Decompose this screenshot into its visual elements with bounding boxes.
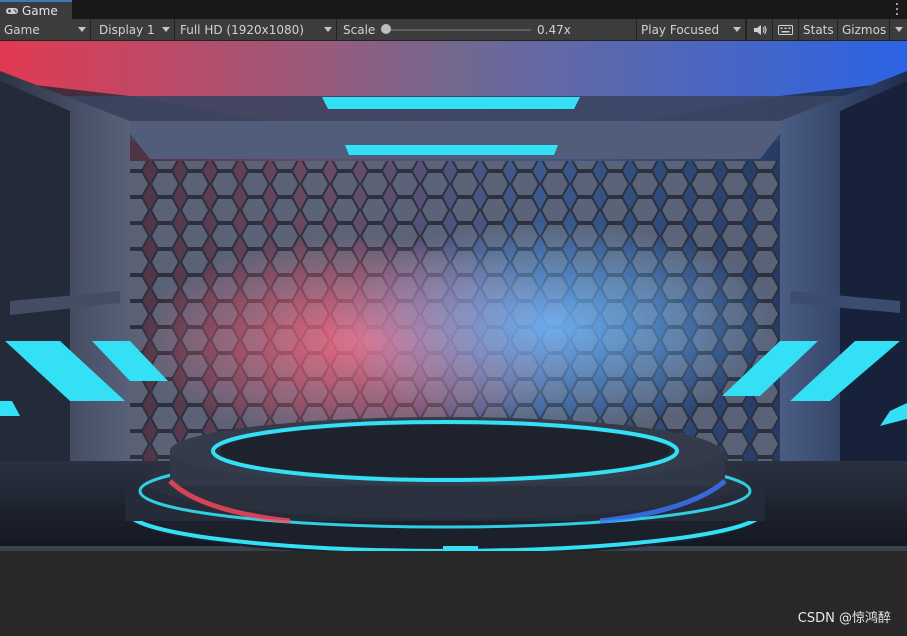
scale-label: Scale [343, 22, 376, 37]
scale-value: 0.47x [537, 22, 571, 37]
view-mode-label: Game [4, 22, 40, 37]
view-mode-dropdown[interactable]: Game [0, 19, 91, 40]
tab-game[interactable]: Game [0, 0, 72, 19]
scale-slider-track[interactable] [384, 29, 531, 31]
resolution-dropdown[interactable]: Full HD (1920x1080) [176, 19, 337, 40]
chevron-down-icon [733, 27, 741, 32]
mute-audio-button[interactable] [746, 19, 772, 40]
keyboard-icon [778, 24, 793, 35]
gizmos-dropdown[interactable] [889, 19, 907, 40]
game-toolbar: Game Display 1 Full HD (1920x1080) Scale… [0, 19, 907, 41]
chevron-down-icon [78, 27, 86, 32]
tab-game-label: Game [22, 3, 58, 18]
watermark-text: CSDN @惊鸿醉 [797, 611, 891, 626]
scale-slider-thumb[interactable] [381, 24, 391, 34]
chevron-down-icon [894, 27, 903, 32]
gizmos-label: Gizmos [842, 22, 887, 37]
stats-toggle[interactable]: Stats [798, 19, 837, 40]
window-tab-strip: Game [0, 0, 907, 19]
gizmos-toggle[interactable]: Gizmos [837, 19, 889, 40]
display-dropdown[interactable]: Display 1 [95, 19, 175, 40]
sci-fi-stage-render [0, 41, 907, 551]
more-options-icon[interactable] [895, 3, 899, 15]
play-mode-dropdown[interactable]: Play Focused [636, 19, 746, 40]
display-label: Display 1 [99, 22, 155, 37]
play-mode-label: Play Focused [641, 22, 720, 37]
stats-label: Stats [803, 22, 834, 37]
chevron-down-icon [162, 27, 170, 32]
chevron-down-icon [324, 27, 332, 32]
shortcuts-button[interactable] [772, 19, 798, 40]
game-render-viewport[interactable] [0, 41, 907, 551]
gamepad-icon [6, 7, 18, 14]
speaker-icon [753, 24, 767, 35]
resolution-label: Full HD (1920x1080) [180, 22, 304, 37]
